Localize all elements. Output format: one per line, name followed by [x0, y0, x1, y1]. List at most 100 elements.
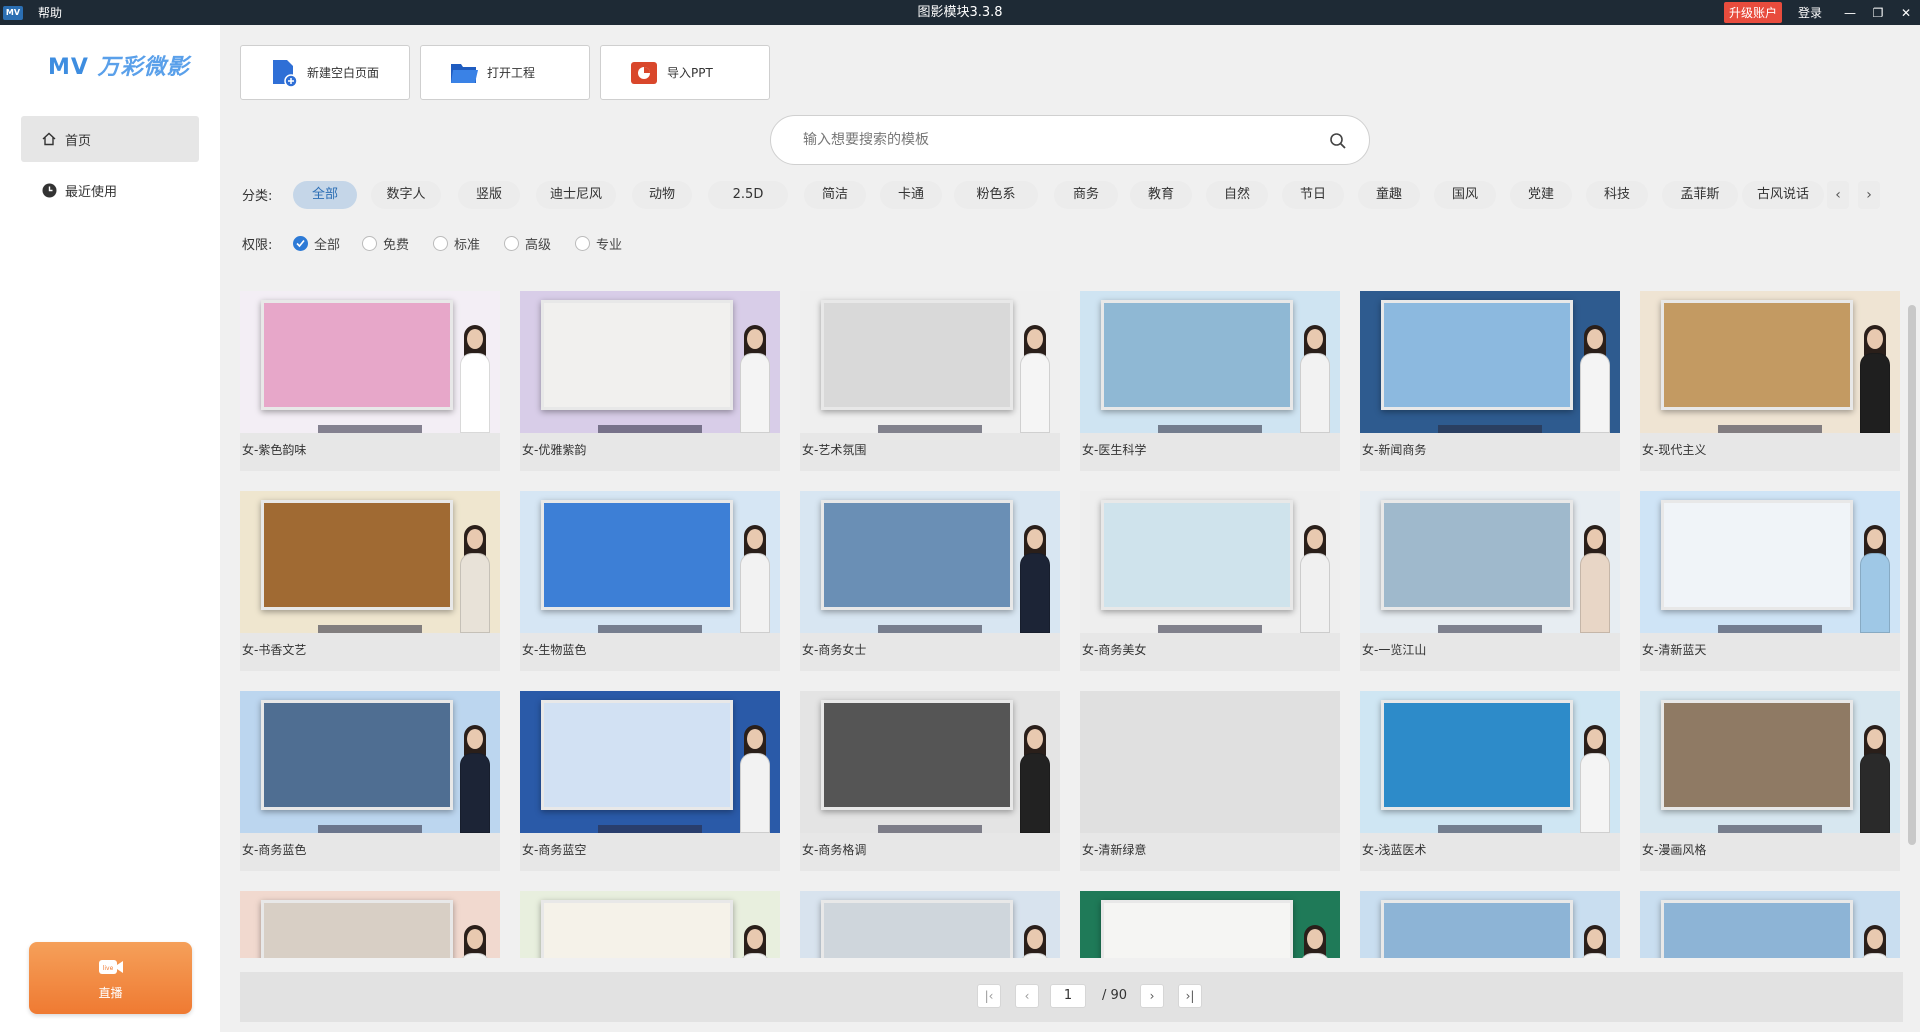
template-card[interactable]: 女-艺术氛围: [800, 291, 1060, 471]
quick-action-label: 导入PPT: [667, 66, 713, 80]
search-input[interactable]: [803, 116, 1303, 164]
title-bar: MV 帮助 图影模块3.3.8 升级账户 登录 — ❐ ✕: [0, 0, 1920, 25]
template-card[interactable]: 女-书香文艺: [240, 491, 500, 671]
category-next-button[interactable]: ›: [1858, 181, 1880, 209]
category-chip[interactable]: 粉色系: [954, 181, 1038, 209]
template-card[interactable]: 女-商务蓝空: [520, 691, 780, 871]
template-card[interactable]: 女-商务格调: [800, 691, 1060, 871]
help-menu[interactable]: 帮助: [38, 4, 62, 21]
template-card[interactable]: [800, 891, 1060, 958]
thumbnail-frame: [820, 499, 1014, 611]
template-thumbnail: [520, 291, 780, 433]
permission-label-text: 高级: [525, 238, 552, 253]
presenter-figure: [1020, 723, 1050, 833]
template-card[interactable]: 女-新闻商务: [1360, 291, 1620, 471]
category-chip[interactable]: 童趣: [1358, 181, 1420, 209]
category-chip[interactable]: 卡通: [880, 181, 942, 209]
presenter-figure: [1860, 923, 1890, 958]
category-chip[interactable]: 党建: [1510, 181, 1572, 209]
sidebar-item-home[interactable]: 首页: [21, 116, 199, 162]
category-chip[interactable]: 数字人: [371, 181, 441, 209]
category-chip[interactable]: 2.5D: [708, 181, 788, 209]
category-prev-button[interactable]: ‹: [1827, 181, 1849, 209]
presenter-figure: [460, 723, 490, 833]
template-card[interactable]: [1640, 891, 1900, 958]
category-chip[interactable]: 迪士尼风: [536, 181, 616, 209]
pagination: |‹ ‹ 1 / 90 › ›|: [240, 972, 1903, 1022]
import-ppt-button[interactable]: 导入PPT: [600, 45, 770, 100]
sidebar-item-recent[interactable]: 最近使用: [21, 167, 199, 213]
template-card[interactable]: [1360, 891, 1620, 958]
minimize-button[interactable]: —: [1836, 0, 1864, 25]
permission-radio[interactable]: 全部: [293, 234, 340, 253]
template-title: 女-优雅紫韵: [522, 443, 587, 457]
presenter-figure: [1300, 923, 1330, 958]
close-button[interactable]: ✕: [1892, 0, 1920, 25]
template-title: 女-书香文艺: [242, 643, 307, 657]
grid-scrollbar[interactable]: [1908, 305, 1916, 845]
category-chip[interactable]: 国风: [1434, 181, 1496, 209]
minimize-icon: —: [1844, 5, 1856, 20]
category-chip[interactable]: 竖版: [458, 181, 520, 209]
category-chip[interactable]: 科技: [1586, 181, 1648, 209]
template-card[interactable]: 女-商务女士: [800, 491, 1060, 671]
template-card[interactable]: 女-生物蓝色: [520, 491, 780, 671]
presenter-figure: [460, 923, 490, 958]
permission-radio[interactable]: 标准: [433, 234, 480, 253]
permission-radio[interactable]: 专业: [575, 234, 622, 253]
category-chip[interactable]: 全部: [293, 181, 357, 209]
category-chip[interactable]: 古风说话: [1742, 181, 1824, 209]
category-chip[interactable]: 自然: [1206, 181, 1268, 209]
restore-button[interactable]: ❐: [1864, 0, 1892, 25]
upgrade-account-button[interactable]: 升级账户: [1723, 2, 1782, 23]
permission-radio[interactable]: 免费: [362, 234, 409, 253]
presenter-figure: [1580, 723, 1610, 833]
template-card[interactable]: 女-漫画风格: [1640, 691, 1900, 871]
category-chip[interactable]: 简洁: [804, 181, 866, 209]
template-card[interactable]: 女-清新绿意: [1080, 691, 1340, 871]
radio-circle: [433, 236, 448, 251]
template-card[interactable]: 女-商务蓝色: [240, 691, 500, 871]
category-chip[interactable]: 孟菲斯: [1662, 181, 1738, 209]
template-title: 女-漫画风格: [1642, 843, 1707, 857]
template-card[interactable]: 女-现代主义: [1640, 291, 1900, 471]
template-card[interactable]: 女-清新蓝天: [1640, 491, 1900, 671]
next-page-button[interactable]: ›: [1140, 984, 1164, 1008]
live-stream-button[interactable]: live 直播: [29, 942, 192, 1014]
thumbnail-frame: [820, 699, 1014, 811]
category-chip[interactable]: 教育: [1130, 181, 1192, 209]
template-card[interactable]: 女-浅蓝医术: [1360, 691, 1620, 871]
template-thumbnail: [1640, 891, 1900, 958]
template-thumbnail: [240, 691, 500, 833]
category-chip[interactable]: 动物: [632, 181, 692, 209]
thumbnail-frame: [540, 899, 734, 958]
thumbnail-caption-bar: [878, 825, 982, 833]
live-label: 直播: [98, 985, 123, 1000]
new-blank-page-button[interactable]: 新建空白页面: [240, 45, 410, 100]
presenter-figure: [1860, 723, 1890, 833]
template-card[interactable]: [520, 891, 780, 958]
template-card[interactable]: [1080, 891, 1340, 958]
template-card[interactable]: 女-紫色韵味: [240, 291, 500, 471]
presenter-figure: [740, 723, 770, 833]
template-thumbnail: [800, 491, 1060, 633]
category-chip[interactable]: 节日: [1282, 181, 1344, 209]
template-thumbnail: [1360, 491, 1620, 633]
template-card[interactable]: 女-商务美女: [1080, 491, 1340, 671]
template-title: 女-清新绿意: [1082, 843, 1147, 857]
thumbnail-caption-bar: [598, 425, 702, 433]
presenter-figure: [1580, 323, 1610, 433]
login-button[interactable]: 登录: [1798, 4, 1822, 21]
permission-radio[interactable]: 高级: [504, 234, 551, 253]
open-project-button[interactable]: 打开工程: [420, 45, 590, 100]
template-card[interactable]: 女-医生科学: [1080, 291, 1340, 471]
first-page-button[interactable]: |‹: [977, 984, 1001, 1008]
category-chip[interactable]: 商务: [1054, 181, 1118, 209]
prev-page-button[interactable]: ‹: [1015, 984, 1039, 1008]
last-page-button[interactable]: ›|: [1178, 984, 1202, 1008]
template-card[interactable]: [240, 891, 500, 958]
page-number-input[interactable]: 1: [1050, 984, 1086, 1008]
search-icon[interactable]: [1329, 132, 1347, 150]
template-card[interactable]: 女-一览江山: [1360, 491, 1620, 671]
template-card[interactable]: 女-优雅紫韵: [520, 291, 780, 471]
